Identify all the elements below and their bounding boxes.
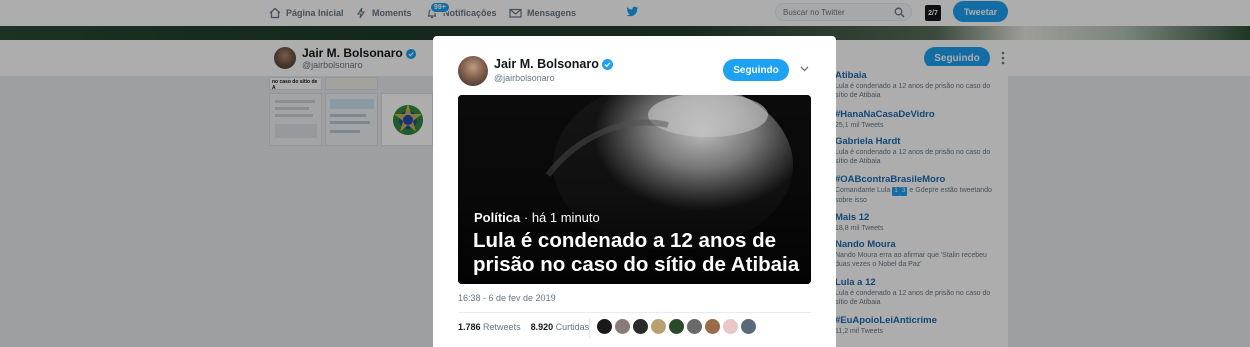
avatar[interactable]: [705, 319, 720, 334]
tweet-author-name-text: Jair M. Bolsonaro: [494, 57, 599, 71]
likes-count: 8.920: [530, 322, 554, 332]
chevron-down-icon[interactable]: [800, 66, 809, 72]
avatar[interactable]: [669, 319, 684, 334]
avatar[interactable]: [687, 319, 702, 334]
avatar[interactable]: [741, 319, 756, 334]
retweets-label: Retweets: [483, 322, 521, 332]
retweets-count: 1.786: [458, 322, 481, 332]
card-category: Política · há 1 minuto: [474, 210, 600, 225]
following-button[interactable]: Seguindo: [723, 59, 789, 81]
card-category-name: Política: [474, 210, 521, 225]
avatar[interactable]: [458, 56, 488, 86]
likes-stat[interactable]: 8.920 Curtidas: [531, 322, 590, 332]
avatar[interactable]: [723, 319, 738, 334]
avatar[interactable]: [633, 319, 648, 334]
verified-icon: [601, 59, 613, 71]
avatar[interactable]: [597, 319, 612, 334]
liker-avatars: [597, 319, 756, 334]
tweet-stats: 1.786 Retweets 8.920 Curtidas: [458, 322, 589, 332]
card-headline: Lula é condenado a 12 anos de prisão no …: [473, 229, 800, 276]
avatar[interactable]: [651, 319, 666, 334]
divider: [458, 312, 811, 313]
tweet-modal: Jair M. Bolsonaro @jairbolsonaro Seguind…: [433, 36, 836, 347]
likes-label: Curtidas: [555, 322, 590, 332]
card-time: · há 1 minuto: [523, 210, 600, 225]
tweet-author-handle[interactable]: @jairbolsonaro: [494, 73, 555, 83]
tweet-author-name[interactable]: Jair M. Bolsonaro: [494, 57, 613, 71]
tweet-timestamp[interactable]: 16:38 - 6 de fev de 2019: [458, 293, 556, 303]
link-card[interactable]: Política · há 1 minuto Lula é condenado …: [458, 95, 811, 284]
retweets-stat[interactable]: 1.786 Retweets: [458, 322, 521, 332]
divider: [589, 318, 590, 338]
avatar[interactable]: [615, 319, 630, 334]
